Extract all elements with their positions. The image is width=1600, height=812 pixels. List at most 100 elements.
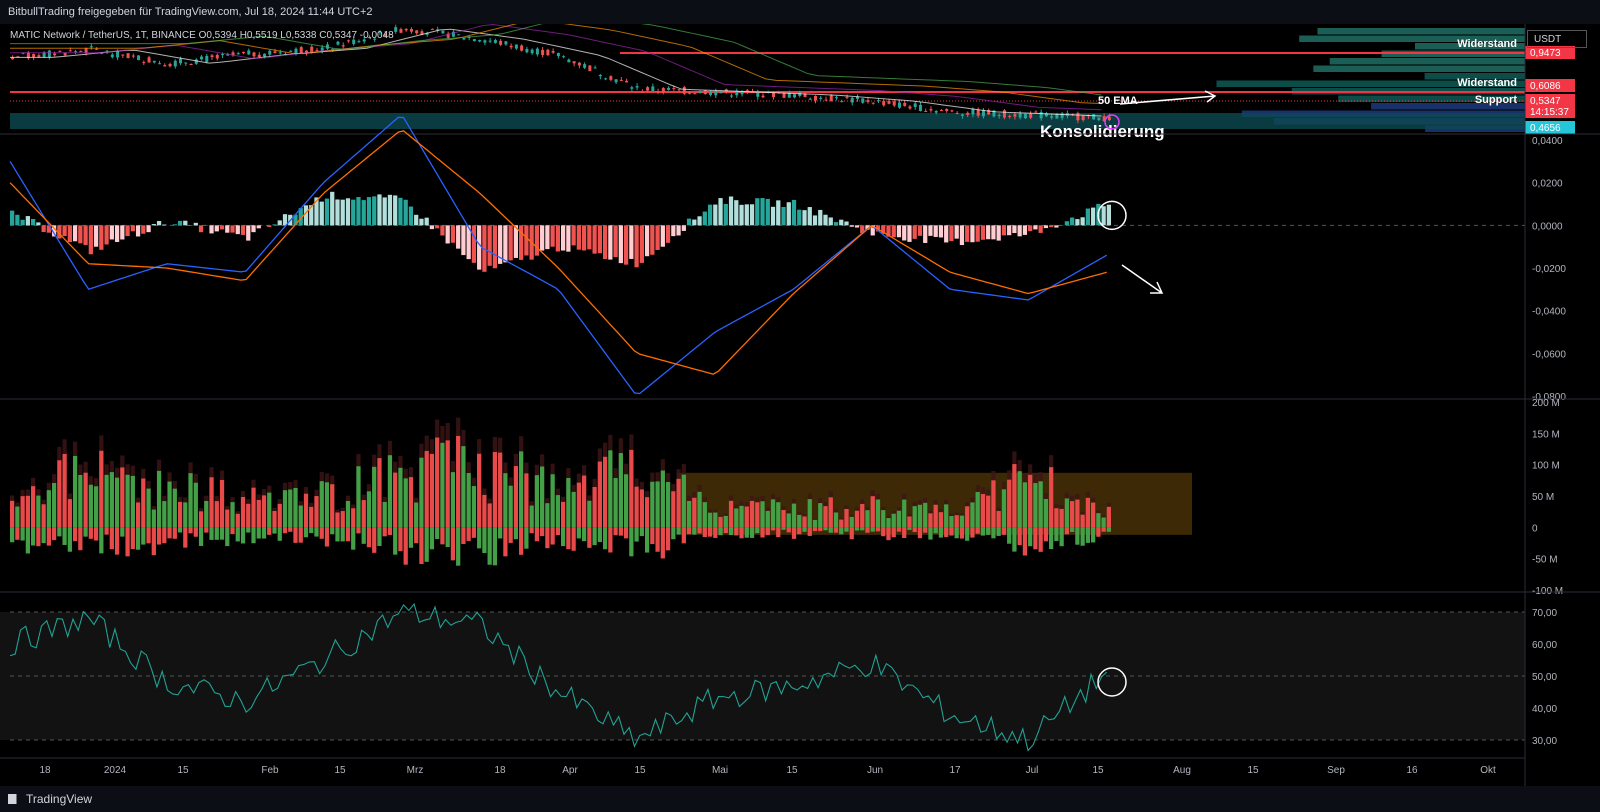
volume-bar-negative — [534, 527, 540, 542]
volume-bar-negative — [377, 527, 382, 546]
volume-panel[interactable]: 200 M150 M100 M50 M0-50 M-100 M — [0, 398, 1600, 597]
tradingview-logo[interactable]: TradingView — [8, 792, 92, 806]
volume-bar-negative — [109, 527, 114, 550]
volume-bar-negative — [382, 527, 387, 537]
macd-histogram-bar — [644, 225, 650, 257]
price-candle — [667, 87, 671, 90]
volume-bar — [188, 473, 193, 528]
volume-bar — [1096, 513, 1101, 528]
volume-bar — [46, 490, 51, 528]
volume-bar-negative — [561, 527, 566, 547]
price-candle — [137, 55, 141, 61]
volume-bar — [707, 512, 713, 528]
macd-histogram-bar — [986, 225, 991, 240]
macd-histogram-bar — [902, 225, 907, 241]
price-candle — [677, 89, 681, 91]
volume-bar-negative — [613, 527, 618, 536]
volume-bar-negative — [1022, 527, 1028, 556]
macd-histogram-bar — [393, 195, 398, 226]
volume-bar — [886, 518, 891, 528]
price-candle — [210, 55, 214, 58]
price-candle — [273, 51, 277, 53]
macd-histogram-bar — [928, 225, 933, 236]
volume-bar — [875, 499, 881, 528]
volume-bar — [198, 511, 204, 528]
currency-selector[interactable]: USDT — [1527, 30, 1587, 48]
volume-bar — [1012, 464, 1017, 528]
time-axis-tick: 15 — [786, 765, 798, 776]
price-candle — [939, 109, 943, 111]
volume-bar — [335, 512, 340, 528]
volume-bar — [860, 503, 865, 528]
macd-histogram-bar — [1038, 225, 1043, 233]
price-candle — [793, 94, 797, 98]
volume-bar-negative — [256, 527, 261, 539]
volume-bar-negative — [702, 527, 707, 538]
macd-histogram-bar — [125, 225, 130, 237]
volume-bar-negative — [356, 527, 361, 534]
price-candle — [357, 41, 361, 43]
volume-bar-negative — [508, 527, 513, 543]
volume-bar-negative — [482, 527, 487, 554]
macd-histogram-bar — [634, 225, 639, 268]
macd-histogram-bar — [807, 207, 812, 226]
price-candle — [1107, 116, 1111, 121]
volume-bar — [602, 456, 608, 528]
volume-bar-negative — [214, 527, 219, 540]
volume-bar — [1038, 481, 1043, 528]
volume-bar-negative — [991, 527, 996, 539]
price-candle — [1018, 113, 1022, 118]
volume-bar-negative — [78, 527, 83, 551]
volume-bar-negative — [818, 527, 823, 532]
price-panel[interactable]: MATIC Network / TetherUS, 1T, BINANCE O0… — [0, 14, 1600, 141]
volume-bar — [298, 505, 303, 528]
volume-bar — [1007, 479, 1012, 528]
volume-bar-negative — [267, 527, 272, 535]
volume-bar — [62, 453, 67, 528]
volume-bar — [566, 478, 571, 528]
price-candle — [955, 112, 959, 114]
macd-histogram-bar — [839, 219, 844, 226]
macd-histogram-bar — [597, 225, 602, 254]
volume-bar — [592, 486, 597, 528]
volume-bar — [267, 492, 272, 528]
price-candle — [514, 44, 518, 49]
volume-bar-negative — [933, 527, 938, 534]
volume-bar — [1101, 517, 1106, 528]
price-candle — [430, 28, 434, 30]
price-candle — [887, 100, 891, 104]
volume-bar — [445, 440, 450, 528]
macd-histogram-bar — [812, 215, 818, 226]
rsi-axis-tick: 60,00 — [1532, 640, 1557, 651]
volume-bar — [970, 502, 975, 528]
volume-bar — [513, 466, 519, 528]
macd-histogram-bar — [456, 225, 461, 249]
macd-histogram-bar — [917, 225, 923, 236]
price-candle — [829, 95, 833, 102]
volume-bar-negative — [881, 527, 886, 537]
time-axis-tick: 15 — [177, 765, 189, 776]
price-candle — [520, 45, 524, 51]
macd-panel[interactable]: 0,04000,02000,0000-0,0200-0,0400-0,0600-… — [0, 116, 1600, 403]
volume-bar-negative — [1091, 527, 1096, 543]
volume-bar-negative — [875, 527, 881, 532]
macd-histogram-bar — [1080, 217, 1085, 226]
volume-bar-negative — [655, 527, 660, 552]
rsi-panel[interactable]: 70,00 60,00 50,00 40,00 30,00 — [0, 602, 1557, 752]
volume-bar-negative — [141, 527, 146, 545]
volume-bar-negative — [1043, 527, 1049, 542]
chart-canvas[interactable]: MATIC Network / TetherUS, 1T, BINANCE O0… — [0, 0, 1600, 786]
price-candle — [709, 91, 713, 95]
macd-histogram-bar — [786, 202, 791, 226]
volume-bar — [608, 450, 613, 528]
macd-histogram-bar — [282, 214, 288, 226]
volume-bar-negative — [1064, 527, 1070, 535]
volume-bar-negative — [240, 527, 246, 544]
volume-bar-negative — [765, 527, 770, 536]
macd-histogram-bar — [923, 225, 928, 243]
macd-histogram-bar — [25, 216, 30, 226]
volume-bar-negative — [839, 527, 844, 535]
volume-bar-negative — [1038, 527, 1043, 552]
macd-histogram-bar — [487, 225, 492, 266]
volume-bar — [739, 505, 744, 528]
